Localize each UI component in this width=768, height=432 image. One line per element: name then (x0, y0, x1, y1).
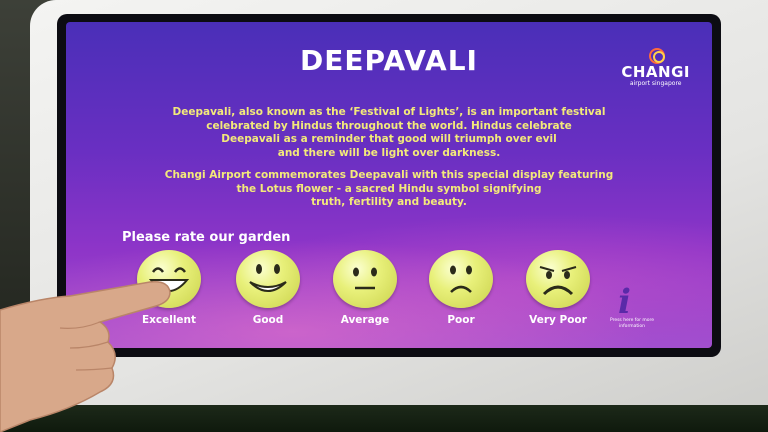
display-line: truth, fertility and beauty. (311, 196, 467, 208)
rating-very-poor-button[interactable]: Very Poor (513, 250, 603, 326)
rating-label: Good (252, 314, 284, 326)
info-text: Press here for more information (609, 318, 655, 329)
changi-logo: CHANGI airport singapore (621, 48, 690, 88)
intro-line: Deepavali, also known as the ‘Festival o… (172, 106, 606, 118)
pointing-hand (0, 280, 171, 432)
rating-label: Very Poor (529, 314, 587, 326)
intro-paragraph: Deepavali, also known as the ‘Festival o… (126, 106, 652, 160)
logo-sub: airport singapore (629, 80, 682, 87)
intro-line: and there will be light over darkness. (277, 146, 501, 159)
logo-word: CHANGI (621, 63, 690, 81)
rating-good-button[interactable]: Good (223, 250, 313, 326)
page-title: DEEPAVALI (300, 44, 478, 77)
display-line: Changi Airport commemorates Deepavali wi… (164, 169, 614, 181)
display-paragraph: Changi Airport commemorates Deepavali wi… (126, 169, 652, 210)
display-line: the Lotus flower - a sacred Hindu symbol… (236, 182, 542, 195)
changi-logo-icon (643, 48, 669, 64)
very-poor-face-icon (526, 250, 590, 308)
average-face-icon (333, 250, 397, 308)
rating-poor-button[interactable]: Poor (416, 250, 506, 326)
info-icon[interactable]: i (618, 282, 631, 322)
rating-label: Average (340, 314, 390, 326)
rating-prompt: Please rate our garden (122, 230, 291, 245)
good-face-icon (236, 250, 300, 308)
intro-line: celebrated by Hindus throughout the worl… (206, 119, 572, 132)
intro-line: Deepavali as a reminder that good will t… (221, 133, 557, 145)
poor-face-icon (429, 250, 493, 308)
rating-label: Poor (447, 314, 475, 326)
rating-average-button[interactable]: Average (320, 250, 410, 326)
